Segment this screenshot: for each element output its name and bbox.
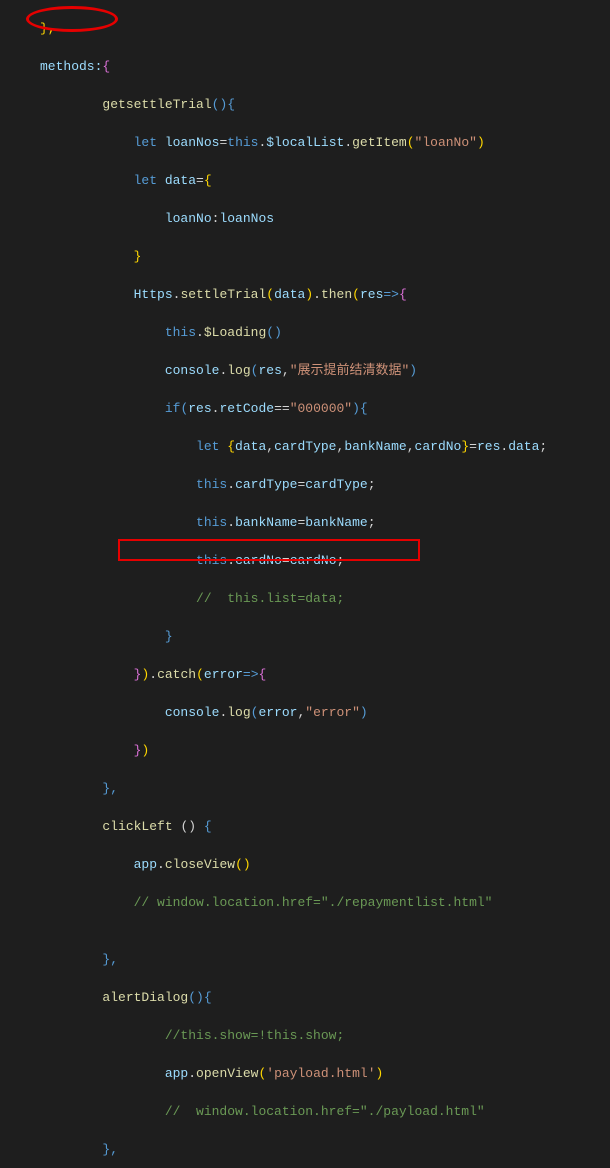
code-line: }, bbox=[40, 19, 610, 38]
brace: { bbox=[259, 667, 267, 682]
kw-let: let bbox=[134, 173, 157, 188]
obj-Https: Https bbox=[134, 287, 173, 302]
code-line: loanNo:loanNos bbox=[40, 209, 610, 228]
kw-this: this bbox=[227, 135, 258, 150]
brace: }, bbox=[102, 1142, 118, 1157]
brace: }, bbox=[102, 781, 118, 796]
brace: } bbox=[134, 249, 142, 264]
code-line: clickLeft () { bbox=[40, 817, 610, 836]
str-zh: "展示提前结清数据" bbox=[290, 363, 410, 378]
brace: } bbox=[134, 743, 142, 758]
arg-error: error bbox=[204, 667, 243, 682]
call-getItem: getItem bbox=[352, 135, 407, 150]
prop-retCode: retCode bbox=[219, 401, 274, 416]
code-line: methods:{ bbox=[40, 57, 610, 76]
brace: { bbox=[204, 819, 212, 834]
kw-this: this bbox=[196, 477, 227, 492]
code-line: app.openView('payload.html') bbox=[40, 1064, 610, 1083]
code-line: let {data,cardType,bankName,cardNo}=res.… bbox=[40, 437, 610, 456]
code-line: this.bankName=bankName; bbox=[40, 513, 610, 532]
key-loanNo: loanNo bbox=[165, 211, 212, 226]
kw-this: this bbox=[196, 515, 227, 530]
code-line: } bbox=[40, 627, 610, 646]
code-line: }, bbox=[40, 779, 610, 798]
code-line: let data={ bbox=[40, 171, 610, 190]
brace: { bbox=[204, 173, 212, 188]
obj-app: app bbox=[165, 1066, 188, 1081]
comment-repaymentlist: // window.location.href="./repaymentlist… bbox=[134, 895, 493, 910]
fn-getsettleTrial: getsettleTrial bbox=[102, 97, 211, 112]
brace: (){ bbox=[212, 97, 235, 112]
var-loanNos: loanNos bbox=[157, 135, 219, 150]
code-line: getsettleTrial(){ bbox=[40, 95, 610, 114]
call-catch: catch bbox=[157, 667, 196, 682]
code-line: // this.list=data; bbox=[40, 589, 610, 608]
kw-if: if bbox=[165, 401, 181, 416]
kw-let: let bbox=[196, 439, 219, 454]
obj-console: console bbox=[165, 705, 220, 720]
code-line: }) bbox=[40, 741, 610, 760]
brace: } bbox=[165, 629, 173, 644]
code-line: }, bbox=[40, 950, 610, 969]
call-Loading: $Loading bbox=[204, 325, 266, 340]
code-line: }, bbox=[40, 1140, 610, 1159]
kw-this: this bbox=[196, 553, 227, 568]
code-line: } bbox=[40, 247, 610, 266]
prop-methods: methods: bbox=[40, 59, 102, 74]
str-payload: 'payload.html' bbox=[266, 1066, 375, 1081]
code-line: // window.location.href="./repaymentlist… bbox=[40, 893, 610, 912]
call-log: log bbox=[227, 363, 250, 378]
code-line: if(res.retCode=="000000"){ bbox=[40, 399, 610, 418]
brace: { bbox=[102, 59, 110, 74]
kw-let: let bbox=[134, 135, 157, 150]
code-line: }).catch(error=>{ bbox=[40, 665, 610, 684]
brace: }, bbox=[40, 21, 56, 36]
str-error: "error" bbox=[305, 705, 360, 720]
brace: { bbox=[360, 401, 368, 416]
brace: } bbox=[134, 667, 142, 682]
call-then: then bbox=[321, 287, 352, 302]
code-line: //this.show=!this.show; bbox=[40, 1026, 610, 1045]
call-log: log bbox=[227, 705, 250, 720]
code-line: let loanNos=this.$localList.getItem("loa… bbox=[40, 133, 610, 152]
code-line: this.cardType=cardType; bbox=[40, 475, 610, 494]
arg-res: res bbox=[360, 287, 383, 302]
comment-list-data: // this.list=data; bbox=[196, 591, 344, 606]
obj-console: console bbox=[165, 363, 220, 378]
brace: { bbox=[399, 287, 407, 302]
code-line: this.$Loading() bbox=[40, 323, 610, 342]
code-editor[interactable]: }, methods:{ getsettleTrial(){ let loanN… bbox=[0, 0, 610, 1168]
comment-payload-href: // window.location.href="./payload.html" bbox=[165, 1104, 485, 1119]
code-line: Https.settleTrial(data).then(res=>{ bbox=[40, 285, 610, 304]
fn-clickLeft: clickLeft bbox=[102, 819, 172, 834]
call-closeView: closeView bbox=[165, 857, 235, 872]
code-line: alertDialog(){ bbox=[40, 988, 610, 1007]
obj-app: app bbox=[134, 857, 157, 872]
prop-localList: $localList bbox=[266, 135, 344, 150]
comment-show-toggle: //this.show=!this.show; bbox=[165, 1028, 344, 1043]
code-line: this.cardNo=cardNo; bbox=[40, 551, 610, 570]
call-settleTrial: settleTrial bbox=[180, 287, 266, 302]
fn-alertDialog: alertDialog bbox=[102, 990, 188, 1005]
code-line: console.log(res,"展示提前结清数据") bbox=[40, 361, 610, 380]
code-line: // window.location.href="./payload.html" bbox=[40, 1102, 610, 1121]
code-line: console.log(error,"error") bbox=[40, 703, 610, 722]
code-line: app.closeView() bbox=[40, 855, 610, 874]
brace: (){ bbox=[188, 990, 211, 1005]
kw-this: this bbox=[165, 325, 196, 340]
call-openView: openView bbox=[196, 1066, 258, 1081]
brace: }, bbox=[102, 952, 118, 967]
val-loanNos: loanNos bbox=[219, 211, 274, 226]
var-data: data bbox=[157, 173, 196, 188]
str-000000: "000000" bbox=[290, 401, 352, 416]
str-loanNo: "loanNo" bbox=[415, 135, 477, 150]
